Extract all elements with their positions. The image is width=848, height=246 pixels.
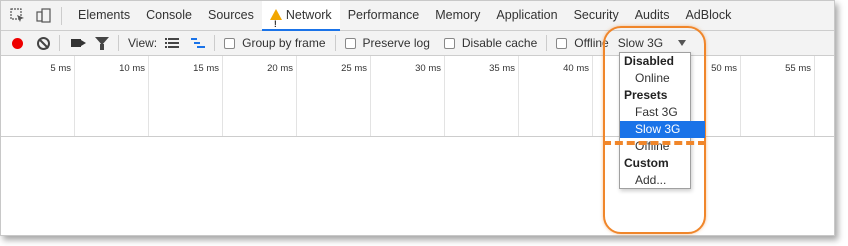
view-label: View: — [128, 36, 158, 50]
tab-label: Application — [496, 8, 558, 22]
menu-group-custom: Custom — [624, 156, 669, 170]
timeline-gridline: 25 ms — [297, 56, 371, 136]
timeline-tick-label: 50 ms — [711, 63, 737, 74]
menu-item-slow-3g[interactable]: Slow 3G — [620, 121, 705, 138]
timeline-overview[interactable]: 5 ms10 ms15 ms20 ms25 ms30 ms35 ms40 ms4… — [1, 56, 834, 137]
tab-elements[interactable]: Elements — [70, 1, 138, 30]
timeline-tick-label: 15 ms — [193, 63, 219, 74]
timeline-gridline: 35 ms — [445, 56, 519, 136]
toolbar-divider — [334, 35, 336, 51]
devtools-tabbar: Elements Console Sources Network Performance… — [1, 1, 834, 39]
throttling-dropdown-menu: Disabled Online Presets Fast 3G Slow 3G Offli… — [619, 52, 705, 189]
preserve-log-checkbox[interactable]: Preserve log — [344, 36, 430, 50]
tab-label: AdBlock — [685, 8, 732, 22]
disable-cache-checkbox[interactable]: Disable cache — [443, 36, 538, 50]
timeline-tick-label: 40 ms — [563, 63, 589, 74]
highlight-underline — [603, 141, 706, 145]
tab-label: Memory — [435, 8, 481, 22]
filter-icon[interactable] — [95, 36, 109, 50]
device-toolbar-icon[interactable] — [36, 7, 52, 24]
tab-memory[interactable]: Memory — [427, 1, 488, 30]
record-icon[interactable] — [12, 37, 23, 49]
checkbox-box[interactable] — [344, 37, 356, 49]
timeline-gridline: 55 ms — [741, 56, 815, 136]
checkbox-box[interactable] — [224, 37, 236, 49]
menu-item-online[interactable]: Online — [620, 70, 705, 87]
group-by-frame-checkbox[interactable]: Group by frame — [224, 36, 326, 50]
menu-item-add[interactable]: Add... — [620, 172, 705, 189]
menu-group-disabled: Disabled — [624, 54, 675, 68]
disable-cache-label: Disable cache — [461, 36, 538, 50]
timeline-tick-label: 55 ms — [785, 63, 811, 74]
menu-item-fast-3g[interactable]: Fast 3G — [620, 104, 705, 121]
tab-label: Sources — [207, 8, 254, 22]
timeline-gridline: 10 ms — [75, 56, 149, 136]
toolbar-divider — [214, 35, 216, 51]
checkbox-box[interactable] — [556, 37, 568, 49]
devtools-window: Elements Console Sources Network Performance… — [0, 0, 835, 236]
toolbar-divider — [59, 35, 60, 51]
inspect-element-icon[interactable] — [10, 7, 26, 24]
network-toolbar: View: Group by frame Preserve log Disabl… — [1, 31, 834, 56]
menu-group-presets: Presets — [624, 88, 668, 102]
timeline-gridline: 5 ms — [1, 56, 75, 136]
timeline-tick-label: 10 ms — [119, 63, 145, 74]
tab-network[interactable]: Network — [261, 1, 340, 39]
tab-sources[interactable]: Sources — [200, 1, 262, 30]
timeline-tick-label: 30 ms — [415, 63, 441, 74]
timeline-gridline: 30 ms — [371, 56, 445, 136]
camera-icon[interactable] — [71, 39, 81, 47]
toolbar-divider — [546, 35, 548, 51]
tab-label: Network — [285, 8, 332, 22]
tab-label: Performance — [347, 8, 420, 22]
tab-label: Security — [573, 8, 619, 22]
timeline-gridline: 40 ms — [519, 56, 593, 136]
timeline-gridline: 20 ms — [223, 56, 297, 136]
preserve-log-label: Preserve log — [362, 36, 430, 50]
group-by-frame-label: Group by frame — [242, 36, 326, 50]
toolbar-divider — [118, 35, 119, 51]
timeline-tick-label: 35 ms — [489, 63, 515, 74]
tab-label: Elements — [78, 8, 131, 22]
tab-application[interactable]: Application — [488, 1, 565, 30]
tab-label: Console — [146, 8, 192, 22]
timeline-gridline: 15 ms — [149, 56, 223, 136]
tab-console[interactable]: Console — [138, 1, 200, 30]
timeline-tick-label: 20 ms — [267, 63, 293, 74]
offline-checkbox[interactable]: Offline — [556, 36, 609, 50]
tab-performance[interactable]: Performance — [340, 1, 428, 30]
clear-icon[interactable] — [37, 36, 50, 50]
timeline-tick-label: 25 ms — [341, 63, 367, 74]
timeline-tick-label: 5 ms — [50, 63, 71, 74]
checkbox-box[interactable] — [443, 37, 455, 49]
warning-icon — [269, 9, 282, 39]
tab-label: Audits — [634, 8, 670, 22]
large-rows-icon[interactable] — [165, 37, 180, 49]
overview-icon[interactable] — [191, 37, 206, 49]
tabbar-divider — [61, 6, 62, 25]
